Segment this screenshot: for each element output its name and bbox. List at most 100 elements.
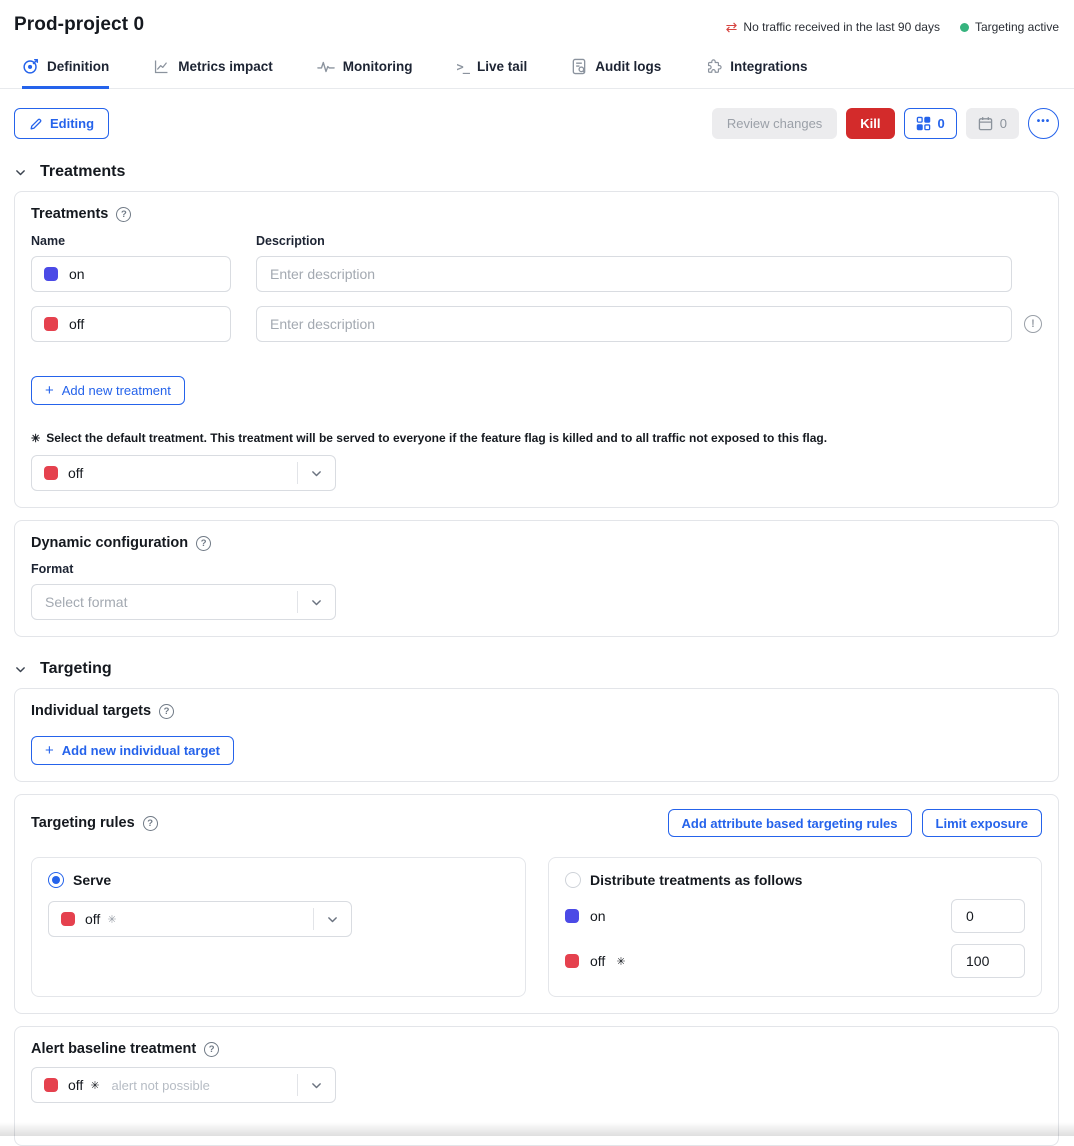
warning-icon: !	[1024, 315, 1042, 333]
changes-count-value: 0	[938, 116, 945, 131]
treatment-row	[31, 256, 1042, 292]
treatment-row: !	[31, 306, 1042, 342]
treatment-name-field[interactable]	[31, 256, 231, 292]
serve-panel: Serve off ✳	[31, 857, 526, 997]
serve-label: Serve	[73, 872, 111, 888]
tab-audit-logs-label: Audit logs	[595, 59, 661, 74]
chevron-down-icon	[298, 596, 335, 609]
treatment-color-swatch	[565, 909, 579, 923]
terminal-icon: >_	[457, 60, 469, 74]
help-icon[interactable]: ?	[204, 1042, 219, 1057]
limit-exposure-button[interactable]: Limit exposure	[922, 809, 1042, 837]
plus-icon: +	[45, 742, 54, 759]
distribute-label: Distribute treatments as follows	[590, 872, 802, 888]
distribute-row: off ✳	[565, 944, 1025, 978]
more-actions-button[interactable]: •••	[1028, 108, 1059, 139]
add-individual-target-button[interactable]: + Add new individual target	[31, 736, 234, 765]
distribute-panel: Distribute treatments as follows on off …	[548, 857, 1042, 997]
review-changes-button[interactable]: Review changes	[712, 108, 837, 139]
format-select[interactable]: Select format	[31, 584, 336, 620]
plus-icon: +	[45, 382, 54, 399]
treatment-name-input[interactable]	[69, 266, 218, 282]
distribute-percentage-input[interactable]	[951, 944, 1025, 978]
editing-button[interactable]: Editing	[14, 108, 109, 139]
asterisk-icon: ✳	[31, 432, 40, 445]
add-attribute-rules-button[interactable]: Add attribute based targeting rules	[668, 809, 912, 837]
serve-treatment-value: off	[85, 911, 100, 927]
toolbar-right-group: Review changes Kill 0 0	[712, 108, 1059, 139]
tab-live-tail[interactable]: >_ Live tail	[457, 58, 528, 89]
review-changes-label: Review changes	[727, 116, 822, 131]
traffic-arrows-icon: ⇄	[726, 20, 738, 34]
tab-integrations[interactable]: Integrations	[705, 58, 807, 89]
add-treatment-label: Add new treatment	[62, 383, 171, 398]
distribute-treatment-name: off	[590, 953, 605, 969]
targeting-rules-card: Targeting rules ? Add attribute based ta…	[14, 794, 1059, 1014]
help-icon[interactable]: ?	[143, 816, 158, 831]
distribute-row: on	[565, 899, 1025, 933]
chevron-down-icon	[14, 663, 27, 676]
add-treatment-button[interactable]: + Add new treatment	[31, 376, 185, 405]
treatments-section-label: Treatments	[40, 163, 125, 181]
default-asterisk-icon: ✳	[616, 955, 625, 968]
treatments-card: Treatments ? Name Description ! + Add ne…	[14, 191, 1059, 508]
scheduled-count-button[interactable]: 0	[966, 108, 1019, 139]
page-title: Prod-project 0	[14, 14, 144, 36]
changes-count-button[interactable]: 0	[904, 108, 957, 139]
serve-radio[interactable]	[48, 872, 64, 888]
add-individual-target-label: Add new individual target	[62, 743, 220, 758]
treatment-description-input[interactable]	[256, 256, 1012, 292]
treatment-color-swatch	[44, 466, 58, 480]
alert-baseline-card: Alert baseline treatment ? off ✳ alert n…	[14, 1026, 1059, 1146]
default-treatment-note: ✳ Select the default treatment. This tre…	[31, 431, 1042, 445]
alert-baseline-title: Alert baseline treatment	[31, 1041, 196, 1057]
treatment-color-swatch	[44, 267, 58, 281]
help-icon[interactable]: ?	[159, 704, 174, 719]
distribute-treatment-name: on	[590, 908, 606, 924]
dynamic-configuration-card: Dynamic configuration ? Format Select fo…	[14, 520, 1059, 637]
ellipsis-icon: •••	[1037, 116, 1051, 127]
treatment-color-swatch	[44, 1078, 58, 1092]
targeting-status-text: Targeting active	[975, 20, 1059, 34]
treatment-color-swatch	[61, 912, 75, 926]
treatments-card-title: Treatments	[31, 206, 108, 222]
targeting-section-toggle[interactable]: Targeting	[14, 660, 1059, 678]
targeting-section-label: Targeting	[40, 660, 112, 678]
treatment-name-input[interactable]	[69, 316, 218, 332]
kill-button[interactable]: Kill	[846, 108, 894, 139]
treatment-name-field[interactable]	[31, 306, 231, 342]
tab-live-tail-label: Live tail	[477, 59, 527, 74]
tab-bar: Definition Metrics impact Monitoring >_ …	[0, 58, 1074, 89]
tab-monitoring[interactable]: Monitoring	[317, 58, 413, 89]
default-treatment-value: off	[68, 465, 83, 481]
help-icon[interactable]: ?	[196, 536, 211, 551]
serve-treatment-select[interactable]: off ✳	[48, 901, 352, 937]
chevron-down-icon	[14, 166, 27, 179]
traffic-status-text: No traffic received in the last 90 days	[743, 20, 940, 34]
help-icon[interactable]: ?	[116, 207, 131, 222]
tab-definition-label: Definition	[47, 59, 109, 74]
feature-flag-page: Prod-project 0 ⇄ No traffic received in …	[0, 0, 1074, 1146]
definition-target-icon	[22, 58, 39, 75]
tab-integrations-label: Integrations	[730, 59, 807, 74]
calendar-icon	[978, 116, 993, 131]
chevron-down-icon	[298, 467, 335, 480]
default-treatment-select[interactable]: off	[31, 455, 336, 491]
pencil-icon	[29, 117, 43, 131]
treatments-section-toggle[interactable]: Treatments	[14, 163, 1059, 181]
treatment-description-input[interactable]	[256, 306, 1012, 342]
distribute-percentage-input[interactable]	[951, 899, 1025, 933]
audit-log-icon	[571, 58, 587, 75]
distribute-radio[interactable]	[565, 872, 581, 888]
tab-definition[interactable]: Definition	[22, 58, 109, 89]
tab-audit-logs[interactable]: Audit logs	[571, 58, 661, 89]
action-toolbar: Editing Review changes Kill 0	[14, 108, 1059, 139]
format-label: Format	[31, 562, 1042, 576]
puzzle-icon	[705, 58, 722, 75]
alert-not-possible-text: alert not possible	[112, 1078, 210, 1093]
tab-metrics-impact[interactable]: Metrics impact	[153, 58, 273, 89]
default-asterisk-icon: ✳	[107, 913, 116, 926]
alert-baseline-select[interactable]: off ✳ alert not possible	[31, 1067, 336, 1103]
pulse-icon	[317, 60, 335, 74]
treatment-color-swatch	[565, 954, 579, 968]
